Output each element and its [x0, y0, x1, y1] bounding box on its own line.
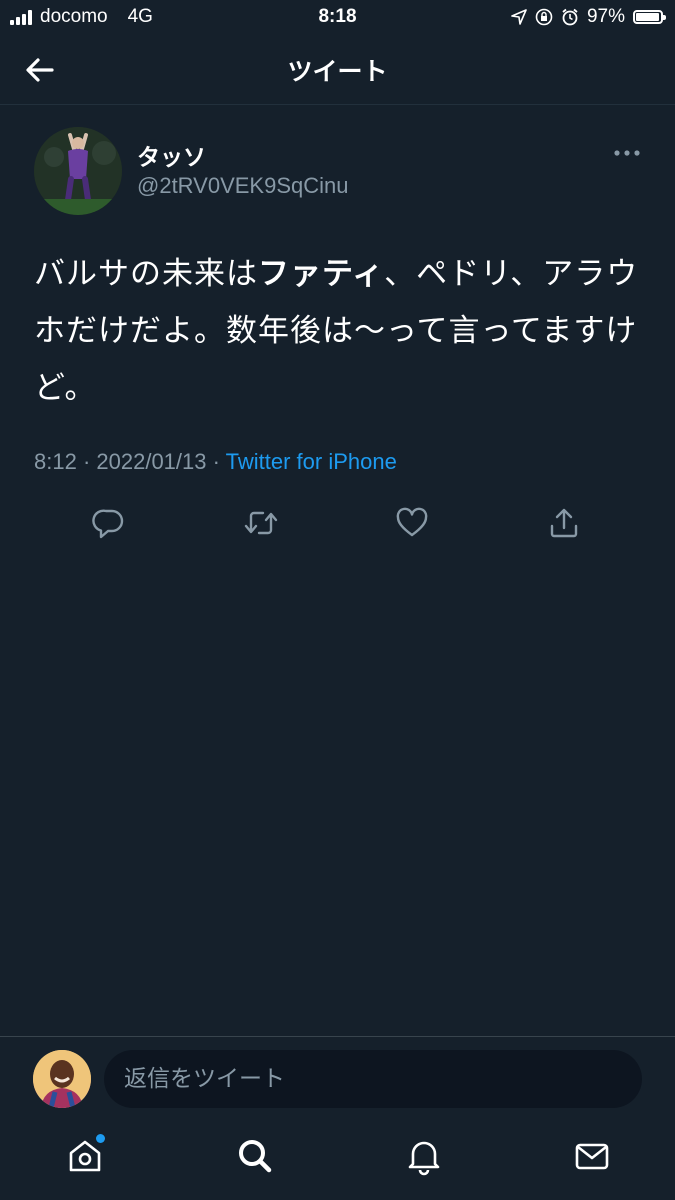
like-icon [396, 507, 428, 537]
tweet-text: バルサの未来はファティ、ペドリ、アラウホだけだよ。数年後は〜って言ってますけど。 [34, 246, 644, 417]
more-dots-icon [614, 150, 640, 156]
tweet-metadata: 8:12 · 2022/01/13 · Twitter for iPhone [34, 449, 397, 475]
tab-search[interactable] [233, 1134, 277, 1178]
top-navigation-bar: ツイート [0, 34, 675, 105]
share-icon [550, 508, 578, 538]
reply-input[interactable]: 返信をツイート [104, 1050, 642, 1108]
alarm-icon [562, 8, 578, 26]
tweet-detail-screen: docomo 4G 8:18 97% ツイート タッソ @2tRV0VEK9Sq… [0, 0, 675, 1200]
user-photo-icon [33, 1050, 91, 1108]
tweet-actions [0, 500, 675, 546]
like-button[interactable] [389, 500, 435, 546]
messages-icon [575, 1143, 609, 1170]
retweet-icon [244, 511, 278, 535]
battery-fill [636, 13, 659, 21]
tweet-text-bold: ファティ [258, 256, 385, 292]
meta-separator: · [206, 449, 226, 474]
orientation-lock-icon [535, 8, 553, 26]
status-bar: docomo 4G 8:18 97% [0, 0, 675, 34]
page-title: ツイート [287, 57, 388, 86]
home-notification-dot [96, 1134, 105, 1143]
tab-home[interactable] [63, 1134, 107, 1178]
notifications-icon [408, 1141, 440, 1176]
user-avatar[interactable] [33, 1050, 91, 1108]
author-name[interactable]: タッソ [137, 138, 206, 172]
author-avatar[interactable] [34, 127, 122, 215]
author-handle[interactable]: @2tRV0VEK9SqCinu [137, 173, 349, 199]
tweet-text-part: バルサの未来は [34, 256, 258, 292]
status-indicators: 97% [511, 6, 666, 28]
player-photo-icon [34, 127, 122, 215]
reply-icon [92, 509, 124, 539]
bottom-tab-bar [0, 1122, 675, 1200]
more-options-button[interactable] [611, 143, 643, 163]
battery-percent: 97% [586, 6, 625, 27]
tab-notifications[interactable] [402, 1134, 446, 1178]
reply-button[interactable] [86, 500, 132, 546]
retweet-button[interactable] [238, 500, 284, 546]
share-button[interactable] [541, 500, 587, 546]
reply-composer-bar: 返信をツイート [0, 1036, 675, 1121]
tweet-time: 8:12 [34, 449, 77, 474]
battery-icon [633, 10, 666, 24]
location-icon [511, 9, 527, 25]
tab-messages[interactable] [570, 1134, 614, 1178]
search-icon [239, 1140, 272, 1173]
tweet-date: 2022/01/13 [96, 449, 207, 474]
tweet-source-link[interactable]: Twitter for iPhone [226, 449, 397, 474]
meta-separator: · [76, 449, 97, 474]
